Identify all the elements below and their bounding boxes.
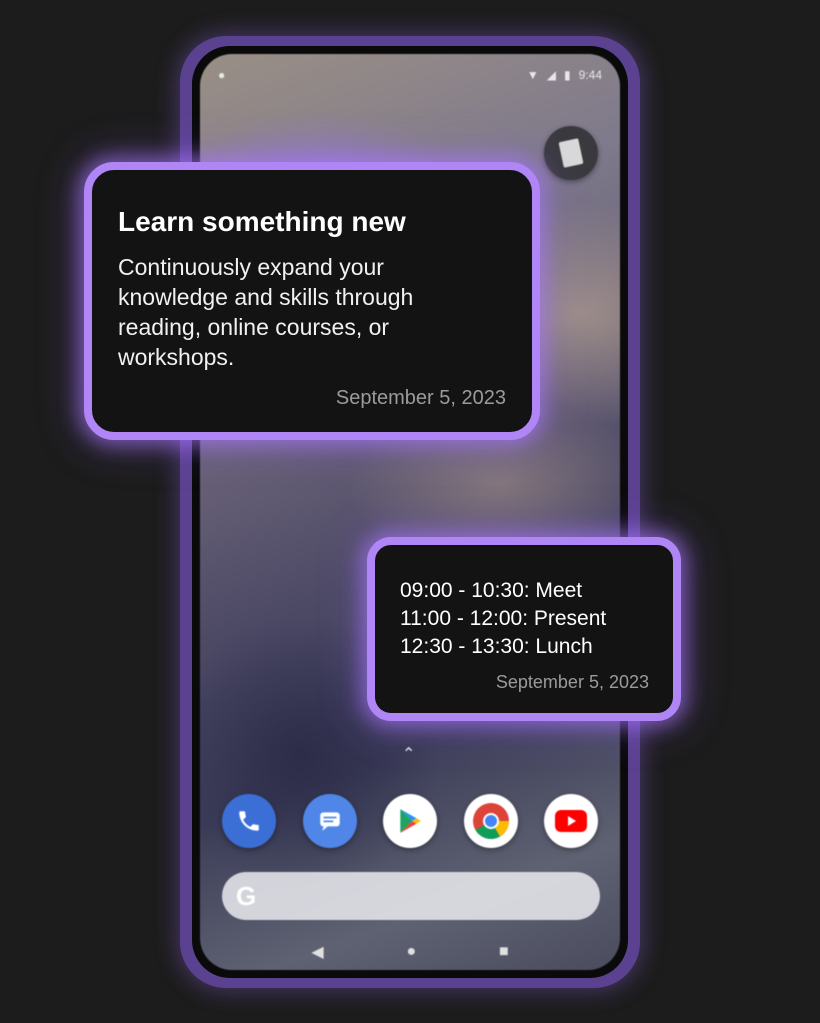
back-icon[interactable]: ◀ xyxy=(311,942,323,962)
recents-icon[interactable]: ■ xyxy=(499,943,509,961)
search-bar[interactable]: G xyxy=(222,872,600,920)
navigation-bar: ◀ ● ■ xyxy=(200,942,620,962)
notes-app-icon[interactable] xyxy=(544,126,598,180)
youtube-icon[interactable] xyxy=(544,794,598,848)
schedule-date: September 5, 2023 xyxy=(495,672,649,692)
home-icon[interactable]: ● xyxy=(406,943,416,961)
messages-icon[interactable] xyxy=(302,794,357,848)
notification-dot-icon: ● xyxy=(218,68,226,82)
signal-icon: ◢ xyxy=(546,68,557,82)
note-body: Continuously expand your knowledge and s… xyxy=(118,254,414,370)
status-time: 9:44 xyxy=(578,68,602,82)
note-widget[interactable]: Learn something new Continuously expand … xyxy=(84,162,540,440)
schedule-item: 09:00 - 10:30: Meet xyxy=(400,579,583,602)
schedule-widget[interactable]: 09:00 - 10:30: Meet 11:00 - 12:00: Prese… xyxy=(367,537,681,721)
chrome-icon[interactable] xyxy=(463,794,518,848)
note-title: Learn something new xyxy=(118,206,406,237)
app-dock xyxy=(222,794,598,848)
chevron-up-icon[interactable]: ⌃ xyxy=(402,744,415,764)
schedule-item: 11:00 - 12:00: Present xyxy=(400,607,607,630)
play-store-icon[interactable] xyxy=(383,794,437,848)
status-bar: ● ▼ ◢ ▮ 9:44 xyxy=(200,68,620,88)
phone-icon[interactable] xyxy=(222,794,276,848)
battery-icon: ▮ xyxy=(564,68,571,82)
schedule-list: 09:00 - 10:30: Meet 11:00 - 12:00: Prese… xyxy=(400,577,606,661)
note-date: September 5, 2023 xyxy=(335,387,506,409)
schedule-item: 12:30 - 13:30: Lunch xyxy=(400,635,593,658)
wifi-icon: ▼ xyxy=(526,68,539,82)
google-logo-icon: G xyxy=(236,880,257,911)
status-icons: ▼ ◢ ▮ 9:44 xyxy=(527,68,602,82)
